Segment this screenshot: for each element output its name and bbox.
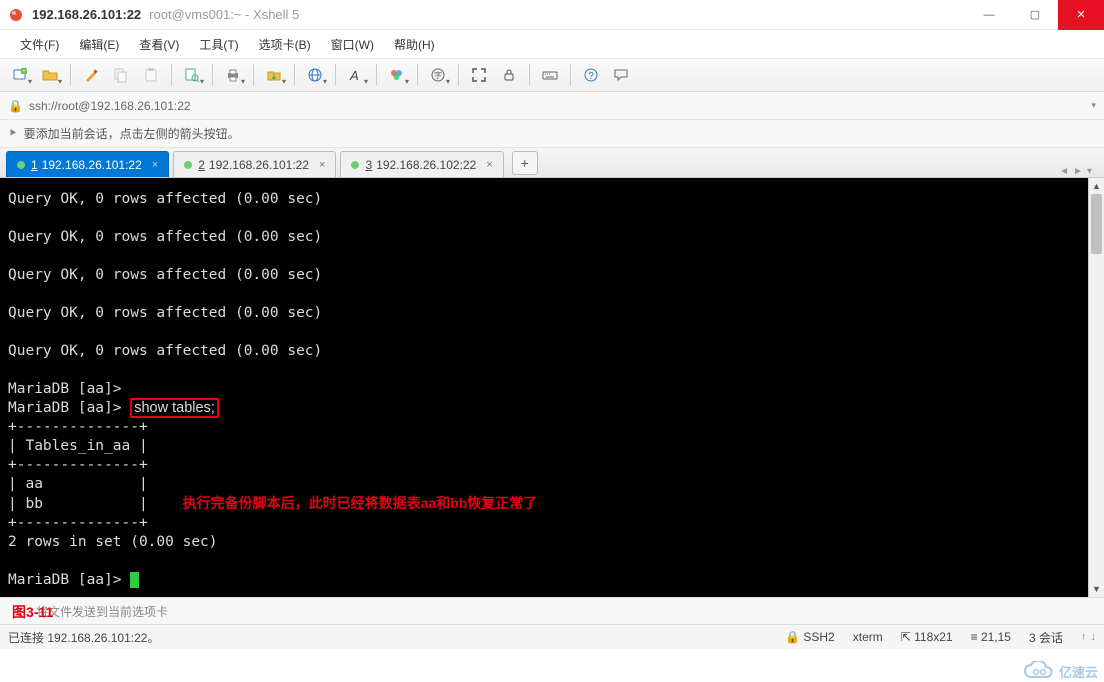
tab-number: 2: [198, 158, 205, 172]
encoding-icon[interactable]: 字: [424, 62, 452, 88]
tab-nav-arrows: ◄ ► ▾: [1059, 166, 1098, 177]
find-icon[interactable]: [178, 62, 206, 88]
toolbar-separator: [335, 64, 336, 86]
open-icon[interactable]: [36, 62, 64, 88]
watermark-text: 亿速云: [1059, 662, 1098, 681]
toolbar-separator: [570, 64, 571, 86]
title-suffix: root@vms001:~ - Xshell 5: [149, 7, 299, 22]
copy-icon[interactable]: [107, 62, 135, 88]
menu-tools[interactable]: 工具(T): [189, 32, 248, 57]
toolbar-separator: [417, 64, 418, 86]
window-buttons: — ▢ ✕: [966, 0, 1104, 30]
menu-view[interactable]: 查看(V): [129, 32, 189, 57]
tab-bar: 1 192.168.26.101:22 × 2 192.168.26.101:2…: [0, 148, 1104, 178]
tab-close-icon[interactable]: ×: [319, 159, 325, 171]
session-tab-2[interactable]: 2 192.168.26.101:22 ×: [173, 151, 336, 177]
svg-text:?: ?: [588, 71, 594, 82]
tab-list-icon[interactable]: ▾: [1087, 166, 1092, 177]
lock-icon[interactable]: [495, 62, 523, 88]
props-icon[interactable]: [77, 62, 105, 88]
terminal-area: Query OK, 0 rows affected (0.00 sec) Que…: [0, 178, 1104, 597]
terminal[interactable]: Query OK, 0 rows affected (0.00 sec) Que…: [0, 178, 1088, 597]
paste-icon[interactable]: [137, 62, 165, 88]
app-icon: [8, 7, 24, 23]
new-tab-button[interactable]: +: [512, 151, 538, 175]
svg-text:字: 字: [434, 70, 442, 80]
toolbar-separator: [171, 64, 172, 86]
session-tab-1[interactable]: 1 192.168.26.101:22 ×: [6, 151, 169, 177]
watermark: 亿速云: [1023, 661, 1098, 681]
status-size: ⇱ 118x21: [901, 630, 953, 644]
status-bar: 已连接 192.168.26.101:22。 🔒 SSH2 xterm ⇱ 11…: [0, 625, 1104, 649]
tab-prev-icon[interactable]: ◄: [1059, 166, 1069, 177]
info-text: 要添加当前会话，点击左侧的箭头按钮。: [24, 125, 240, 142]
toolbar-separator: [253, 64, 254, 86]
tab-label: 192.168.26.102:22: [376, 158, 476, 172]
menu-edit[interactable]: 编辑(E): [69, 32, 129, 57]
tab-number: 3: [365, 158, 372, 172]
figure-label: 图3-11: [12, 602, 53, 622]
tab-number: 1: [31, 158, 38, 172]
uplink-icon: ↑: [1081, 631, 1087, 643]
toolbar: + A 字 ?: [0, 58, 1104, 92]
speech-icon[interactable]: [607, 62, 635, 88]
fullscreen-icon[interactable]: [465, 62, 493, 88]
status-dot-icon: [184, 161, 192, 169]
compose-placeholder: 将文件发送到当前选项卡: [36, 603, 168, 620]
info-arrow-icon[interactable]: ⯈: [8, 126, 18, 141]
close-button[interactable]: ✕: [1058, 0, 1104, 30]
toolbar-separator: [458, 64, 459, 86]
tab-label: 192.168.26.101:22: [209, 158, 309, 172]
transfer-icon[interactable]: [260, 62, 288, 88]
status-dot-icon: [351, 161, 359, 169]
status-indicator-icons: ↑ ↓: [1081, 631, 1096, 643]
menu-help[interactable]: 帮助(H): [384, 32, 445, 57]
toolbar-separator: [376, 64, 377, 86]
minimize-button[interactable]: —: [966, 0, 1012, 30]
vertical-scrollbar[interactable]: ▲ ▼: [1088, 178, 1104, 597]
status-pos: ≡ 21,15: [971, 630, 1011, 644]
toolbar-separator: [294, 64, 295, 86]
lock-small-icon: 🔒: [8, 99, 23, 113]
maximize-button[interactable]: ▢: [1012, 0, 1058, 30]
svg-text:+: +: [22, 69, 26, 75]
session-tab-3[interactable]: 3 192.168.26.102:22 ×: [340, 151, 503, 177]
globe-icon[interactable]: [301, 62, 329, 88]
tab-close-icon[interactable]: ×: [152, 159, 158, 171]
toolbar-separator: [529, 64, 530, 86]
cloud-icon: [1023, 661, 1055, 681]
menu-file[interactable]: 文件(F): [10, 32, 69, 57]
titlebar: 192.168.26.101:22 root@vms001:~ - Xshell…: [0, 0, 1104, 30]
address-text: ssh://root@192.168.26.101:22: [29, 99, 191, 113]
menu-window[interactable]: 窗口(W): [321, 32, 384, 57]
toolbar-separator: [70, 64, 71, 86]
address-bar[interactable]: 🔒 ssh://root@192.168.26.101:22 ▾: [0, 92, 1104, 120]
toolbar-separator: [212, 64, 213, 86]
scroll-down-icon[interactable]: ▼: [1089, 581, 1104, 597]
compose-input-bar[interactable]: 图3-11 将文件发送到当前选项卡: [0, 597, 1104, 625]
status-proto: 🔒 SSH2: [785, 630, 835, 644]
font-icon[interactable]: A: [342, 62, 370, 88]
tab-next-icon[interactable]: ►: [1073, 166, 1083, 177]
info-bar: ⯈ 要添加当前会话，点击左侧的箭头按钮。: [0, 120, 1104, 148]
downlink-icon: ↓: [1091, 631, 1097, 643]
color-icon[interactable]: [383, 62, 411, 88]
svg-text:A: A: [349, 68, 359, 82]
print-icon[interactable]: [219, 62, 247, 88]
title-host: 192.168.26.101:22: [32, 7, 141, 22]
keyboard-icon[interactable]: [536, 62, 564, 88]
menu-tabs[interactable]: 选项卡(B): [249, 32, 321, 57]
tab-close-icon[interactable]: ×: [486, 159, 492, 171]
status-sessions: 3 会话: [1029, 629, 1063, 646]
scroll-up-icon[interactable]: ▲: [1089, 178, 1104, 194]
new-session-icon[interactable]: +: [6, 62, 34, 88]
status-connection: 已连接 192.168.26.101:22。: [8, 629, 159, 646]
status-dot-icon: [17, 161, 25, 169]
help-icon[interactable]: ?: [577, 62, 605, 88]
status-term: xterm: [853, 630, 883, 644]
scroll-thumb[interactable]: [1091, 194, 1102, 254]
tab-label: 192.168.26.101:22: [42, 158, 142, 172]
address-dropdown-icon[interactable]: ▾: [1091, 100, 1096, 111]
menubar: 文件(F) 编辑(E) 查看(V) 工具(T) 选项卡(B) 窗口(W) 帮助(…: [0, 30, 1104, 58]
